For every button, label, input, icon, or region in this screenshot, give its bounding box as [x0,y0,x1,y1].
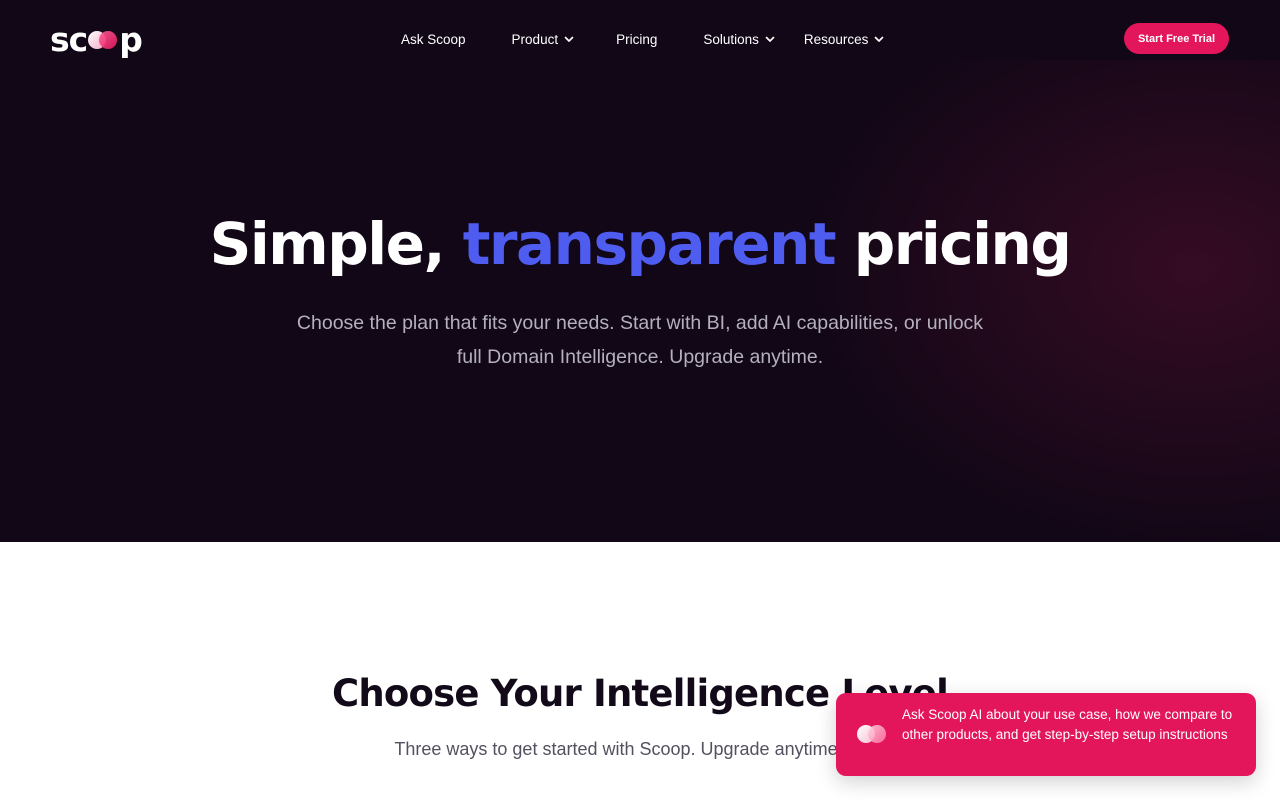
hero-title: Simple, transparent pricing [0,206,1280,282]
start-free-trial-button[interactable]: Start Free Trial [1124,23,1229,54]
hero-subtitle: Choose the plan that fits your needs. St… [296,312,984,368]
chevron-down-icon [765,36,775,42]
nav-pricing[interactable]: Pricing [616,28,657,50]
nav-solutions-label: Solutions [703,31,759,47]
top-navigation: sc p Ask Scoop Product Pricing Solutions… [0,0,1280,78]
chevron-down-icon [875,36,884,42]
nav-resources[interactable]: Resources [804,28,886,50]
hero-title-accent: transparent [462,210,837,278]
logo-text-prefix: sc [50,20,88,59]
nav-resources-label: Resources [803,31,869,47]
hero-glow [760,60,1280,542]
nav-ask-scoop-label: Ask Scoop [401,31,466,47]
nav-pricing-label: Pricing [616,31,658,47]
ask-scoop-ai-popup[interactable]: Ask Scoop AI about your use case, how we… [836,693,1256,776]
nav-product-label: Product [511,31,559,47]
hero-section: sc p Ask Scoop Product Pricing Solutions… [0,0,1280,542]
hero-title-start: Simple, [209,210,463,278]
logo-text-suffix: p [119,20,143,59]
scoop-rings-icon [857,725,886,743]
nav-solutions[interactable]: Solutions [703,28,776,50]
chat-popup-text: Ask Scoop AI about your use case, how we… [902,707,1233,742]
hero-title-end: pricing [835,210,1072,278]
nav-ask-scoop[interactable]: Ask Scoop [401,28,466,50]
scoop-logo[interactable]: sc p [50,22,160,58]
chevron-down-icon [564,36,574,42]
main-nav: Ask Scoop Product Pricing Solutions Reso… [401,28,885,50]
nav-product[interactable]: Product [512,28,576,50]
logo-rings-icon [88,31,118,49]
